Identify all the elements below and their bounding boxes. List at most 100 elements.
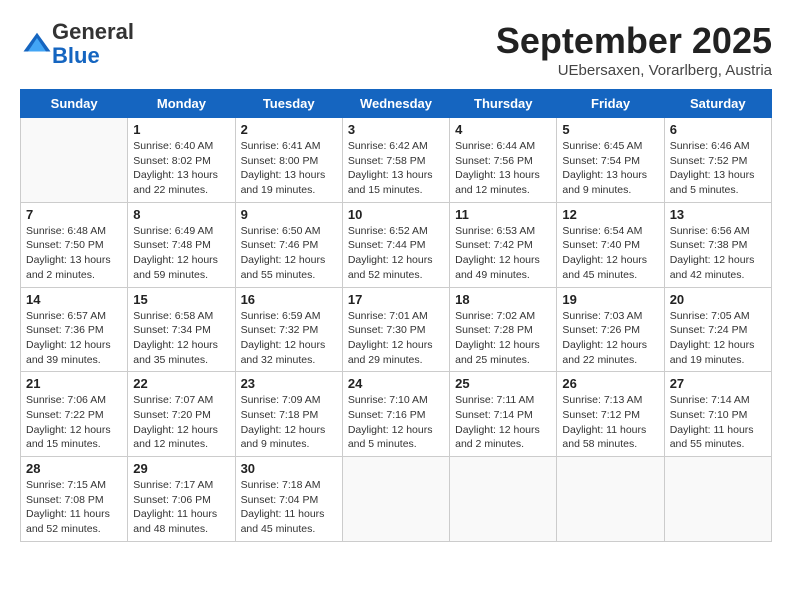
- day-number: 4: [455, 122, 551, 137]
- calendar-cell: 11 Sunrise: 6:53 AMSunset: 7:42 PMDayligh…: [450, 202, 557, 287]
- day-detail: Sunrise: 7:02 AMSunset: 7:28 PMDaylight:…: [455, 309, 551, 368]
- week-row-5: 28 Sunrise: 7:15 AMSunset: 7:08 PMDayligh…: [21, 457, 772, 542]
- calendar-cell: 26 Sunrise: 7:13 AMSunset: 7:12 PMDayligh…: [557, 372, 664, 457]
- calendar-cell: 25 Sunrise: 7:11 AMSunset: 7:14 PMDayligh…: [450, 372, 557, 457]
- day-number: 11: [455, 207, 551, 222]
- day-number: 14: [26, 292, 122, 307]
- calendar-table: SundayMondayTuesdayWednesdayThursdayFrid…: [20, 89, 772, 542]
- calendar-cell: 30Sunrise: 7:18 AMSunset: 7:04 PMDayligh…: [235, 457, 342, 542]
- day-detail: Sunrise: 7:11 AMSunset: 7:14 PMDaylight:…: [455, 393, 551, 452]
- day-number: 23: [241, 376, 337, 391]
- calendar-cell: 14 Sunrise: 6:57 AMSunset: 7:36 PMDayligh…: [21, 287, 128, 372]
- title-block: September 2025 UEbersaxen, Vorarlberg, A…: [496, 20, 772, 79]
- day-number: 13: [670, 207, 766, 222]
- week-row-2: 7Sunrise: 6:48 AMSunset: 7:50 PMDaylight…: [21, 202, 772, 287]
- day-number: 25: [455, 376, 551, 391]
- logo-icon: [22, 29, 52, 59]
- day-header-monday: Monday: [128, 90, 235, 118]
- day-detail: Sunrise: 6:42 AMSunset: 7:58 PMDaylight:…: [348, 139, 444, 198]
- day-number: 30: [241, 461, 337, 476]
- calendar-cell: 17 Sunrise: 7:01 AMSunset: 7:30 PMDayligh…: [342, 287, 449, 372]
- calendar-cell: 19 Sunrise: 7:03 AMSunset: 7:26 PMDayligh…: [557, 287, 664, 372]
- day-detail: Sunrise: 6:40 AMSunset: 8:02 PMDaylight:…: [133, 139, 229, 198]
- logo-blue-text: Blue: [52, 43, 100, 68]
- calendar-cell: 18 Sunrise: 7:02 AMSunset: 7:28 PMDayligh…: [450, 287, 557, 372]
- day-detail: Sunrise: 7:14 AMSunset: 7:10 PMDaylight:…: [670, 393, 766, 452]
- page-header: General Blue September 2025 UEbersaxen, …: [20, 20, 772, 79]
- logo: General Blue: [20, 20, 134, 68]
- day-detail: Sunrise: 6:56 AMSunset: 7:38 PMDaylight:…: [670, 224, 766, 283]
- day-number: 12: [562, 207, 658, 222]
- calendar-cell: 4 Sunrise: 6:44 AMSunset: 7:56 PMDaylight…: [450, 118, 557, 203]
- day-number: 27: [670, 376, 766, 391]
- day-header-saturday: Saturday: [664, 90, 771, 118]
- day-number: 16: [241, 292, 337, 307]
- calendar-cell: 12 Sunrise: 6:54 AMSunset: 7:40 PMDayligh…: [557, 202, 664, 287]
- logo-general-text: General: [52, 19, 134, 44]
- day-detail: Sunrise: 7:07 AMSunset: 7:20 PMDaylight:…: [133, 393, 229, 452]
- calendar-cell: [21, 118, 128, 203]
- day-number: 15: [133, 292, 229, 307]
- day-detail: Sunrise: 7:15 AMSunset: 7:08 PMDaylight:…: [26, 478, 122, 537]
- day-number: 20: [670, 292, 766, 307]
- calendar-cell: 8Sunrise: 6:49 AMSunset: 7:48 PMDaylight…: [128, 202, 235, 287]
- calendar-cell: [450, 457, 557, 542]
- day-number: 6: [670, 122, 766, 137]
- calendar-cell: 20 Sunrise: 7:05 AMSunset: 7:24 PMDayligh…: [664, 287, 771, 372]
- day-detail: Sunrise: 6:54 AMSunset: 7:40 PMDaylight:…: [562, 224, 658, 283]
- day-number: 2: [241, 122, 337, 137]
- location-subtitle: UEbersaxen, Vorarlberg, Austria: [496, 62, 772, 79]
- day-number: 1: [133, 122, 229, 137]
- calendar-cell: [342, 457, 449, 542]
- day-number: 10: [348, 207, 444, 222]
- day-detail: Sunrise: 6:48 AMSunset: 7:50 PMDaylight:…: [26, 224, 122, 283]
- calendar-cell: 28 Sunrise: 7:15 AMSunset: 7:08 PMDayligh…: [21, 457, 128, 542]
- day-detail: Sunrise: 6:44 AMSunset: 7:56 PMDaylight:…: [455, 139, 551, 198]
- day-detail: Sunrise: 7:10 AMSunset: 7:16 PMDaylight:…: [348, 393, 444, 452]
- calendar-cell: 24 Sunrise: 7:10 AMSunset: 7:16 PMDayligh…: [342, 372, 449, 457]
- calendar-cell: 9Sunrise: 6:50 AMSunset: 7:46 PMDaylight…: [235, 202, 342, 287]
- day-detail: Sunrise: 7:03 AMSunset: 7:26 PMDaylight:…: [562, 309, 658, 368]
- day-detail: Sunrise: 6:53 AMSunset: 7:42 PMDaylight:…: [455, 224, 551, 283]
- calendar-cell: 2 Sunrise: 6:41 AMSunset: 8:00 PMDaylight…: [235, 118, 342, 203]
- day-number: 21: [26, 376, 122, 391]
- day-detail: Sunrise: 6:52 AMSunset: 7:44 PMDaylight:…: [348, 224, 444, 283]
- day-number: 26: [562, 376, 658, 391]
- calendar-cell: 10 Sunrise: 6:52 AMSunset: 7:44 PMDayligh…: [342, 202, 449, 287]
- calendar-cell: 6 Sunrise: 6:46 AMSunset: 7:52 PMDaylight…: [664, 118, 771, 203]
- day-number: 17: [348, 292, 444, 307]
- day-header-wednesday: Wednesday: [342, 90, 449, 118]
- calendar-header-row: SundayMondayTuesdayWednesdayThursdayFrid…: [21, 90, 772, 118]
- day-detail: Sunrise: 6:45 AMSunset: 7:54 PMDaylight:…: [562, 139, 658, 198]
- calendar-cell: 16 Sunrise: 6:59 AMSunset: 7:32 PMDayligh…: [235, 287, 342, 372]
- calendar-cell: 1 Sunrise: 6:40 AMSunset: 8:02 PMDaylight…: [128, 118, 235, 203]
- calendar-cell: 23 Sunrise: 7:09 AMSunset: 7:18 PMDayligh…: [235, 372, 342, 457]
- day-detail: Sunrise: 7:01 AMSunset: 7:30 PMDaylight:…: [348, 309, 444, 368]
- day-number: 3: [348, 122, 444, 137]
- day-detail: Sunrise: 7:09 AMSunset: 7:18 PMDaylight:…: [241, 393, 337, 452]
- day-header-sunday: Sunday: [21, 90, 128, 118]
- day-header-thursday: Thursday: [450, 90, 557, 118]
- day-number: 8: [133, 207, 229, 222]
- day-detail: Sunrise: 6:50 AMSunset: 7:46 PMDaylight:…: [241, 224, 337, 283]
- day-number: 5: [562, 122, 658, 137]
- week-row-4: 21 Sunrise: 7:06 AMSunset: 7:22 PMDayligh…: [21, 372, 772, 457]
- day-detail: Sunrise: 6:59 AMSunset: 7:32 PMDaylight:…: [241, 309, 337, 368]
- day-number: 29: [133, 461, 229, 476]
- day-detail: Sunrise: 7:13 AMSunset: 7:12 PMDaylight:…: [562, 393, 658, 452]
- calendar-cell: 15Sunrise: 6:58 AMSunset: 7:34 PMDayligh…: [128, 287, 235, 372]
- day-detail: Sunrise: 6:41 AMSunset: 8:00 PMDaylight:…: [241, 139, 337, 198]
- calendar-cell: 13 Sunrise: 6:56 AMSunset: 7:38 PMDayligh…: [664, 202, 771, 287]
- day-number: 19: [562, 292, 658, 307]
- day-number: 18: [455, 292, 551, 307]
- week-row-3: 14 Sunrise: 6:57 AMSunset: 7:36 PMDayligh…: [21, 287, 772, 372]
- day-detail: Sunrise: 6:57 AMSunset: 7:36 PMDaylight:…: [26, 309, 122, 368]
- day-number: 28: [26, 461, 122, 476]
- day-detail: Sunrise: 7:06 AMSunset: 7:22 PMDaylight:…: [26, 393, 122, 452]
- calendar-cell: 27 Sunrise: 7:14 AMSunset: 7:10 PMDayligh…: [664, 372, 771, 457]
- day-detail: Sunrise: 6:46 AMSunset: 7:52 PMDaylight:…: [670, 139, 766, 198]
- calendar-cell: [664, 457, 771, 542]
- day-detail: Sunrise: 7:05 AMSunset: 7:24 PMDaylight:…: [670, 309, 766, 368]
- calendar-cell: 29Sunrise: 7:17 AMSunset: 7:06 PMDayligh…: [128, 457, 235, 542]
- day-number: 24: [348, 376, 444, 391]
